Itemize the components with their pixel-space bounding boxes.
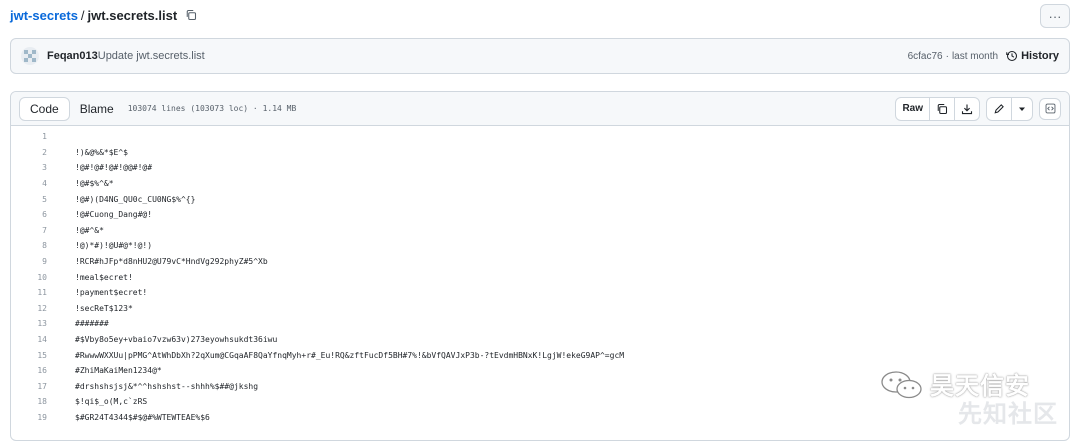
- line-text: $!qi$_o(M,c`zRS: [75, 397, 148, 407]
- code-line: 17 #drshshsjsj&*^^hshshst--shhh%$##@jkshg: [11, 379, 1069, 395]
- line-text: !meal$ecret!: [75, 272, 133, 282]
- code-line: 16 #ZhiMaKaiMen1234@*: [11, 363, 1069, 379]
- line-text: !@#Cuong_Dang#@!: [75, 210, 153, 220]
- download-button[interactable]: [955, 98, 979, 120]
- line-text: $#GR24T4344$#$@#%WTEWTEAE%$6: [75, 412, 210, 422]
- raw-button-group: Raw: [895, 96, 980, 121]
- latest-commit-bar: Feqan013 Update jwt.secrets.list 6cfac76…: [10, 38, 1070, 74]
- file-info: 103074 lines (103073 loc) · 1.14 MB: [127, 104, 297, 113]
- line-text: #ZhiMaKaiMen1234@*: [75, 366, 162, 376]
- line-number[interactable]: 8: [11, 241, 75, 250]
- breadcrumb-separator: /: [80, 7, 85, 23]
- more-options-button[interactable]: ···: [1040, 4, 1070, 28]
- code-line: 7 !@#^&*: [11, 223, 1069, 239]
- code-line: 12 !secReT$123*: [11, 301, 1069, 317]
- line-text: !payment$ecret!: [75, 288, 148, 298]
- line-text: #drshshsjsj&*^^hshshst--shhh%$##@jkshg: [75, 381, 259, 391]
- code-line: 18 $!qi$_o(M,c`zRS: [11, 394, 1069, 410]
- line-text: !@#$%^&*: [75, 179, 114, 189]
- line-number[interactable]: 5: [11, 195, 75, 204]
- line-number[interactable]: 9: [11, 257, 75, 266]
- pencil-icon: [994, 103, 1004, 114]
- author-avatar[interactable]: [21, 47, 39, 65]
- code-line: 15 #RwwwWXXUu|pPMG^AtWhDbXh?2qXum@CGqaAF8…: [11, 347, 1069, 363]
- line-text: #$Vby8o5ey+vbaio7vzw63v)273eyowhsukdt36i…: [75, 335, 278, 345]
- edit-dropdown-button[interactable]: [1012, 98, 1032, 120]
- code-line: 8 !@)*#)!@U#@*!@!): [11, 238, 1069, 254]
- tab-blame[interactable]: Blame: [70, 98, 124, 120]
- line-number[interactable]: 11: [11, 288, 75, 297]
- code-line: 6 !@#Cuong_Dang#@!: [11, 207, 1069, 223]
- line-number[interactable]: 14: [11, 335, 75, 344]
- line-text: !RCR#hJFp*d8nHU2@U79vC*HndVg292phyZ#5^Xb: [75, 257, 268, 267]
- meta-separator: ·: [945, 50, 949, 62]
- commit-time: last month: [951, 50, 999, 62]
- tab-code[interactable]: Code: [19, 96, 70, 121]
- code-line: 14 #$Vby8o5ey+vbaio7vzw63v)273eyowhsukdt3…: [11, 332, 1069, 348]
- line-number[interactable]: 4: [11, 179, 75, 188]
- line-number[interactable]: 3: [11, 163, 75, 172]
- symbols-panel-button[interactable]: [1039, 97, 1061, 120]
- commit-author-link[interactable]: Feqan013: [47, 50, 98, 62]
- history-label: History: [1021, 50, 1059, 62]
- code-line: 13 #######: [11, 316, 1069, 332]
- line-text: !@#^&*: [75, 225, 104, 235]
- line-number[interactable]: 2: [11, 148, 75, 157]
- line-number[interactable]: 19: [11, 413, 75, 422]
- download-icon: [961, 104, 973, 114]
- copy-icon: [937, 103, 948, 114]
- line-number[interactable]: 18: [11, 397, 75, 406]
- edit-button[interactable]: [987, 97, 1012, 120]
- line-number[interactable]: 1: [11, 132, 75, 141]
- breadcrumb-file-name: jwt.secrets.list: [87, 7, 178, 23]
- line-text: !@)*#)!@U#@*!@!): [75, 241, 153, 251]
- copy-icon[interactable]: [185, 9, 197, 21]
- history-button[interactable]: History: [1006, 50, 1059, 62]
- copy-raw-button[interactable]: [930, 97, 955, 120]
- code-square-icon: [1045, 103, 1055, 114]
- line-number[interactable]: 15: [11, 351, 75, 360]
- line-number[interactable]: 16: [11, 366, 75, 375]
- line-number[interactable]: 10: [11, 273, 75, 282]
- line-text: !)&@%&*$E^$: [75, 147, 128, 157]
- line-text: !@#!@#!@#!@@#!@#: [75, 163, 153, 173]
- code-line: 19 $#GR24T4344$#$@#%WTEWTEAE%$6: [11, 410, 1069, 426]
- breadcrumb-repo-link[interactable]: jwt-secrets: [10, 8, 78, 23]
- code-line: 10 !meal$ecret!: [11, 269, 1069, 285]
- code-line: 11 !payment$ecret!: [11, 285, 1069, 301]
- edit-button-group: [986, 96, 1033, 121]
- code-line: 9 !RCR#hJFp*d8nHU2@U79vC*HndVg292phyZ#5^X…: [11, 254, 1069, 270]
- file-header: Code Blame 103074 lines (103073 loc) · 1…: [11, 92, 1069, 126]
- code-line: 1: [11, 129, 1069, 145]
- line-number[interactable]: 13: [11, 319, 75, 328]
- raw-button[interactable]: Raw: [896, 97, 930, 120]
- code-line: 5 !@#)(D4NG_QU0c_CU0NG$%^{}: [11, 191, 1069, 207]
- line-number[interactable]: 7: [11, 226, 75, 235]
- line-number[interactable]: 12: [11, 304, 75, 313]
- file-breadcrumb-bar: jwt-secrets / jwt.secrets.list ···: [10, 4, 1070, 28]
- history-icon: [1006, 50, 1018, 62]
- line-text: !secReT$123*: [75, 303, 133, 313]
- code-line: 4 !@#$%^&*: [11, 176, 1069, 192]
- commit-sha-link[interactable]: 6cfac76: [908, 51, 943, 62]
- line-number[interactable]: 17: [11, 382, 75, 391]
- line-text: #RwwwWXXUu|pPMG^AtWhDbXh?2qXum@CGqaAF8Qa…: [75, 350, 625, 360]
- code-line: 2 !)&@%&*$E^$: [11, 145, 1069, 161]
- line-number[interactable]: 6: [11, 210, 75, 219]
- file-actions: Raw: [895, 96, 1061, 121]
- commit-message-link[interactable]: Update jwt.secrets.list: [98, 50, 205, 62]
- line-text: #######: [75, 319, 109, 329]
- line-text: !@#)(D4NG_QU0c_CU0NG$%^{}: [75, 194, 196, 204]
- file-viewer: Code Blame 103074 lines (103073 loc) · 1…: [10, 91, 1070, 441]
- code-line: 3 !@#!@#!@#!@@#!@#: [11, 160, 1069, 176]
- code-content[interactable]: 1 2 !)&@%&*$E^$ 3 !@#!@#!@#!@@#!@# 4 !@#$%^&* 5…: [11, 126, 1069, 425]
- triangle-down-icon: [1019, 107, 1025, 111]
- commit-meta: 6cfac76 · last month History: [908, 50, 1059, 62]
